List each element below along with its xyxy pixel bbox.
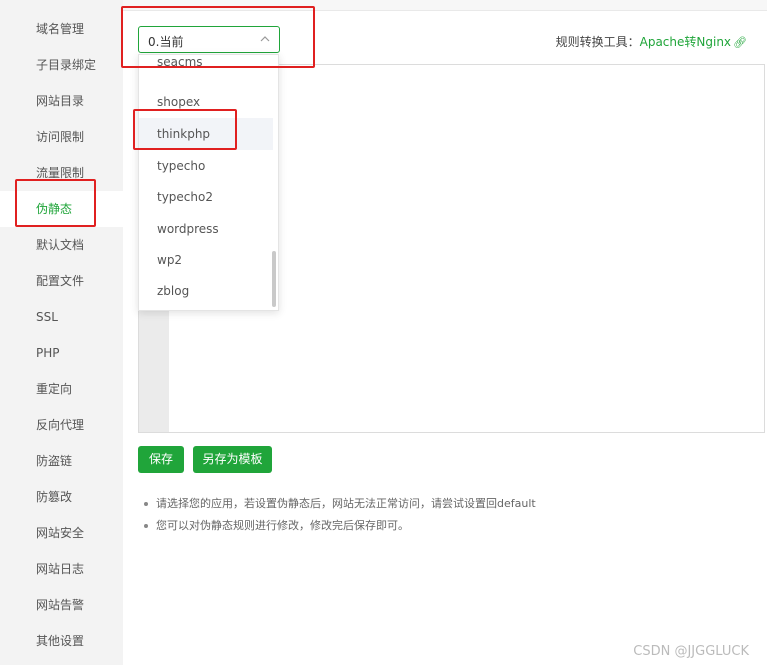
sidebar-item-default-doc[interactable]: 默认文档 (0, 227, 123, 263)
sidebar-item-reverse-proxy[interactable]: 反向代理 (0, 407, 123, 443)
annotation-box-thinkphp (133, 109, 237, 150)
sidebar-item-access-limit[interactable]: 访问限制 (0, 119, 123, 155)
option-wordpress[interactable]: wordpress (139, 213, 273, 245)
sidebar-item-other-settings[interactable]: 其他设置 (0, 623, 123, 659)
sidebar-item-tamper-proof[interactable]: 防篡改 (0, 479, 123, 515)
link-icon: 🔗︎ (733, 36, 747, 49)
tip-item: 您可以对伪静态规则进行修改，修改完后保存即可。 (140, 515, 536, 537)
annotation-box-rewrite (15, 179, 96, 227)
sidebar-item-config-file[interactable]: 配置文件 (0, 263, 123, 299)
sidebar-item-domain[interactable]: 域名管理 (0, 11, 123, 47)
save-as-template-button[interactable]: 另存为模板 (193, 446, 272, 473)
tips-list: 请选择您的应用，若设置伪静态后，网站无法正常访问，请尝试设置回default 您… (140, 493, 536, 537)
sidebar-item-php[interactable]: PHP (0, 335, 123, 371)
watermark: CSDN @JJGGLUCK (633, 644, 749, 659)
sidebar-item-site-log[interactable]: 网站日志 (0, 551, 123, 587)
sidebar: 域名管理 子目录绑定 网站目录 访问限制 流量限制 伪静态 默认文档 配置文件 … (0, 0, 123, 665)
sidebar-item-ssl[interactable]: SSL (0, 299, 123, 335)
sidebar-item-site-alert[interactable]: 网站告警 (0, 587, 123, 623)
sidebar-item-hotlink[interactable]: 防盗链 (0, 443, 123, 479)
option-typecho[interactable]: typecho (139, 150, 273, 182)
rewrite-dropdown: seacms shopex thinkphp typecho typecho2 … (138, 54, 279, 311)
option-zblog[interactable]: zblog (139, 275, 273, 307)
dropdown-scrollbar[interactable] (272, 251, 276, 307)
tip-item: 请选择您的应用，若设置伪静态后，网站无法正常访问，请尝试设置回default (140, 493, 536, 515)
option-typecho2[interactable]: typecho2 (139, 181, 273, 213)
apache-to-nginx-link[interactable]: Apache转Nginx (640, 35, 731, 49)
rule-convert-tool: 规则转换工具：Apache转Nginx 🔗︎ (556, 33, 747, 50)
sidebar-item-site-dir[interactable]: 网站目录 (0, 83, 123, 119)
save-button[interactable]: 保存 (138, 446, 184, 473)
tool-label: 规则转换工具： (555, 35, 640, 49)
sidebar-item-site-security[interactable]: 网站安全 (0, 515, 123, 551)
sidebar-item-subdir-binding[interactable]: 子目录绑定 (0, 47, 123, 83)
option-wp2[interactable]: wp2 (139, 244, 273, 276)
sidebar-item-redirect[interactable]: 重定向 (0, 371, 123, 407)
annotation-box-select (121, 6, 315, 68)
